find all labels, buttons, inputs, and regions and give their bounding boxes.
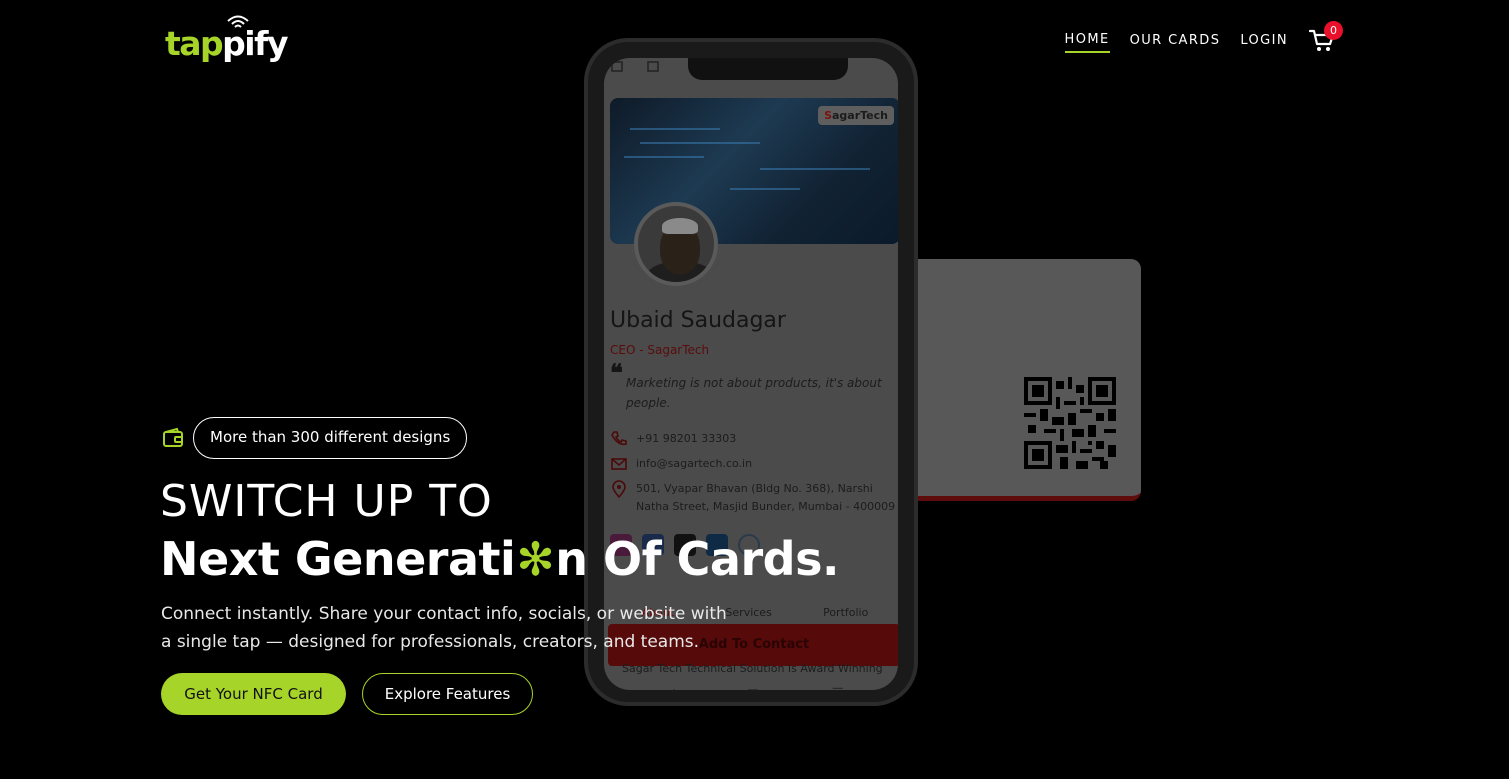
nfc-business-card [918,259,1141,501]
main-nav: HOME OUR CARDS LOGIN [1064,32,1288,53]
logo-text: tappify [165,24,288,63]
wallet-icon [163,427,183,447]
avatar [634,202,718,286]
profile-name: Ubaid Saudagar [610,308,786,333]
menu-icon[interactable]: ☰ [831,686,844,690]
nav-login[interactable]: LOGIN [1240,33,1288,52]
award-line: Sagar Tech Technical Solution Is Award W… [622,662,883,675]
phone-notch [688,58,848,80]
contact-address-text: 501, Vyapar Bhavan (Bldg No. 368), Narsh… [636,482,896,513]
hero-subtitle: Connect instantly. Share your contact in… [161,604,727,652]
contact-email-text: info@sagartech.co.in [636,457,753,470]
profile-quote: Marketing is not about products, it's ab… [626,376,882,410]
mail-icon [611,458,627,470]
explore-features-button[interactable]: Explore Features [362,673,533,715]
asterisk-icon: ✻ [516,532,555,586]
hero-title-line1: SWITCH UP TO [160,476,493,527]
logo-accent: tap [165,24,224,63]
phone-screen: SagarTech Ubaid Saudagar CEO - SagarTech… [604,58,898,690]
get-nfc-card-button[interactable]: Get Your NFC Card [161,673,346,715]
nav-home[interactable]: HOME [1064,32,1110,53]
profile-role: CEO - SagarTech [610,343,710,357]
contact-address[interactable]: 501, Vyapar Bhavan (Bldg No. 368), Narsh… [610,480,898,516]
nav-our-cards[interactable]: OUR CARDS [1130,33,1221,52]
logo-rest: pify [222,24,288,63]
tappify-logo[interactable]: tappify [165,13,288,65]
contact-phone[interactable]: +91 98201 33303 [610,430,898,448]
hero-title-line2: Next Generati✻n Of Cards. [160,531,839,587]
system-nav: ◁ ▢ ☰ [664,686,844,690]
phone-icon [611,431,627,446]
qr-code [1024,377,1116,469]
status-icons [611,61,659,72]
back-icon[interactable]: ◁ [664,686,675,690]
cart-count-badge: 0 [1324,21,1343,40]
tab-portfolio[interactable]: Portfolio [823,606,868,619]
hero-title-part1: Next Generati [160,532,516,586]
designs-badge: More than 300 different designs [193,417,468,459]
contact-phone-text: +91 98201 33303 [636,432,737,445]
hero-title-part2: n Of Cards. [555,532,839,586]
quote-icon: ❝ [610,358,623,387]
contact-email[interactable]: info@sagartech.co.in [610,455,898,473]
location-icon [612,480,626,498]
home-icon[interactable]: ▢ [746,686,759,690]
brand-tag: SagarTech [818,106,894,125]
